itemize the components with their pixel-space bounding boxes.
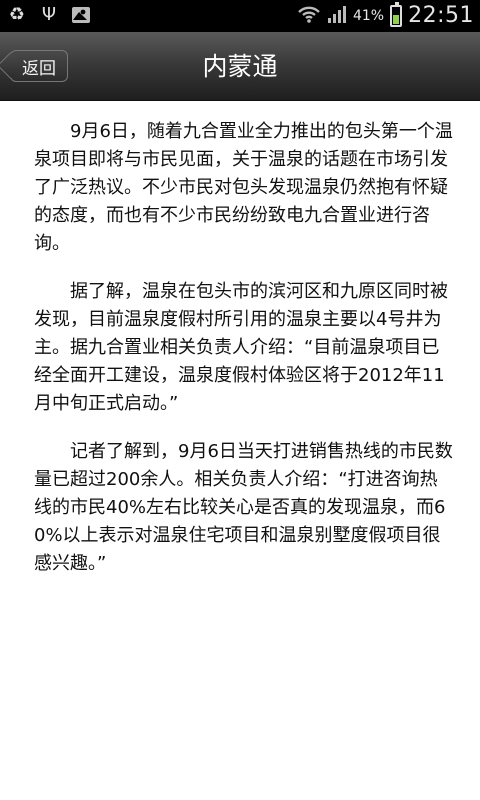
wifi-icon (297, 4, 321, 28)
image-icon (70, 4, 92, 26)
recycle-icon: ♻ (8, 4, 26, 25)
battery-icon (390, 1, 403, 27)
title-bar: 返回 内蒙通 (0, 32, 480, 101)
usb-icon: Ψ (41, 4, 57, 25)
status-indicators: 41% 22:51 (297, 1, 474, 28)
article-paragraph: 9月6日，随着九合置业全力推出的包头第一个温泉项目即将与市民见面，关于温泉的话题… (34, 121, 453, 254)
notification-icons: ♻ Ψ (6, 4, 92, 26)
status-bar: ♻ Ψ 41% 22:51 (0, 0, 480, 32)
clock: 22:51 (408, 3, 474, 28)
page-title: 内蒙通 (202, 52, 278, 81)
article-paragraph: 记者了解到，9月6日当天打进销售热线的市民数量已超过200余人。相关负责人介绍：… (34, 441, 453, 574)
signal-icon (327, 4, 347, 28)
article-paragraph: 据了解，温泉在包头市的滨河区和九原区同时被发现，目前温泉度假村所引用的温泉主要以… (34, 281, 448, 414)
article-body: 9月6日，随着九合置业全力推出的包头第一个温泉项目即将与市民见面，关于温泉的话题… (34, 118, 454, 598)
battery-percent: 41% (352, 7, 385, 24)
